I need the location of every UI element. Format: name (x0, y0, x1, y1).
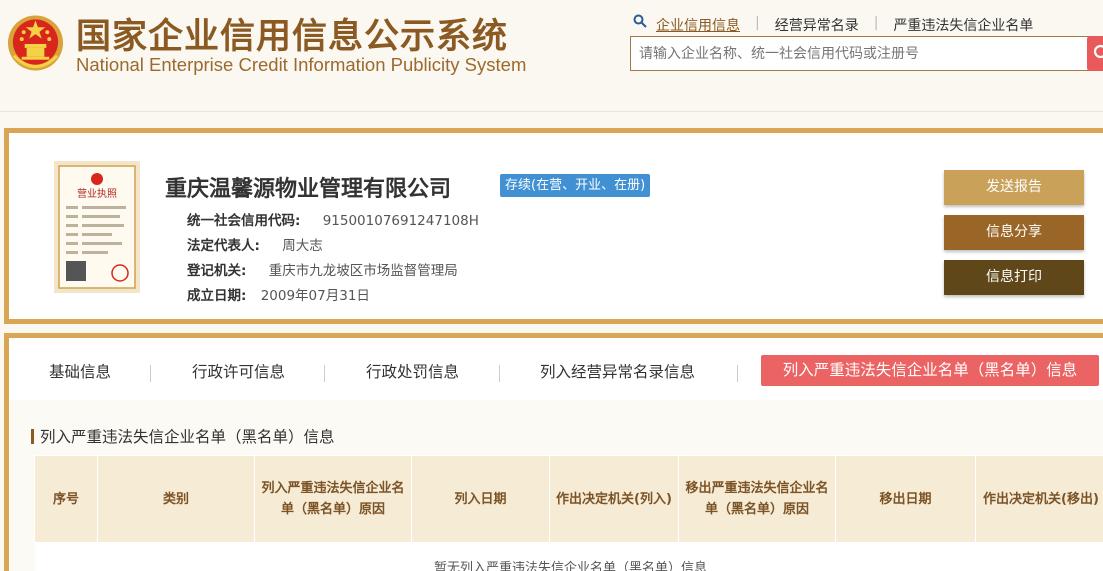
tab-separator: | (873, 15, 879, 31)
tab-separator (150, 365, 151, 382)
print-info-button[interactable]: 信息打印 (944, 260, 1084, 295)
business-license-icon[interactable]: 营业执照 (54, 161, 140, 293)
national-emblem-icon (7, 15, 64, 71)
license-title: 营业执照 (77, 187, 117, 200)
company-name: 重庆温馨源物业管理有限公司 (165, 177, 452, 202)
column-header: 作出决定机关(列入) (549, 455, 679, 543)
site-title-cn: 国家企业信用信息公示系统 (76, 16, 509, 57)
tab-basic-info[interactable]: 基础信息 (49, 360, 111, 382)
magnifier-icon (633, 14, 647, 28)
search-type-tabs: 企业信用信息 | 经营异常名录 | 严重违法失信企业名单 (656, 15, 1033, 35)
section-marker (31, 429, 34, 444)
search-input[interactable] (630, 36, 1092, 71)
company-info-card: 营业执照 重庆温馨源物业管理有限公司 存续(在营、开业、在册) 统一社会信用代码… (4, 128, 1103, 324)
table-header-row: 序号 类别 列入严重违法失信企业名单（黑名单）原因 列入日期 作出决定机关(列入… (34, 455, 1103, 543)
section-title: 列入严重违法失信企业名单（黑名单）信息 (31, 425, 335, 447)
search-tab-blacklist[interactable]: 严重违法失信企业名单 (893, 15, 1033, 35)
site-header: 国家企业信用信息公示系统 National Enterprise Credit … (0, 0, 1103, 112)
tab-separator (737, 365, 738, 382)
legal-rep-label: 法定代表人: (187, 238, 260, 254)
credit-code-value: 91500107691247108H (322, 213, 479, 229)
registry-label: 登记机关: (187, 263, 247, 279)
empty-state-text: 暂无列入严重违法失信企业名单（黑名单）信息 (34, 542, 1103, 571)
founded-label: 成立日期: (187, 288, 247, 304)
send-report-button[interactable]: 发送报告 (944, 170, 1084, 205)
search-tab-enterprise-credit[interactable]: 企业信用信息 (656, 15, 740, 35)
founded-value: 2009年07月31日 (260, 288, 370, 304)
legal-rep-row: 法定代表人: 周大志 (187, 234, 323, 254)
column-header: 移出严重违法失信企业名单（黑名单）原因 (678, 455, 836, 543)
tab-separator (324, 365, 325, 382)
search-tab-abnormal-list[interactable]: 经营异常名录 (775, 15, 859, 35)
section-title-text: 列入严重违法失信企业名单（黑名单）信息 (40, 428, 335, 446)
legal-rep-value: 周大志 (282, 238, 323, 254)
column-header: 列入日期 (411, 455, 550, 543)
registry-row: 登记机关: 重庆市九龙坡区市场监督管理局 (187, 259, 458, 279)
info-tabs-nav: 基础信息 行政许可信息 行政处罚信息 列入经营异常名录信息 列入严重违法失信企业… (9, 338, 1103, 400)
registry-value: 重庆市九龙坡区市场监督管理局 (268, 263, 458, 279)
column-header: 列入严重违法失信企业名单（黑名单）原因 (254, 455, 412, 543)
tab-separator (499, 365, 500, 382)
credit-code-row: 统一社会信用代码: 91500107691247108H (187, 209, 479, 229)
column-header: 移出日期 (835, 455, 976, 543)
blacklist-table: 序号 类别 列入严重违法失信企业名单（黑名单）原因 列入日期 作出决定机关(列入… (34, 455, 1103, 571)
tab-admin-license[interactable]: 行政许可信息 (192, 360, 285, 382)
credit-code-label: 统一社会信用代码: (187, 213, 301, 229)
site-title-en: National Enterprise Credit Information P… (76, 54, 527, 75)
tab-admin-penalty[interactable]: 行政处罚信息 (366, 360, 459, 382)
tab-abnormal-list[interactable]: 列入经营异常名录信息 (540, 360, 695, 382)
tab-blacklist[interactable]: 列入严重违法失信企业名单（黑名单）信息 (761, 355, 1099, 386)
search-icon (1093, 44, 1103, 59)
column-header: 类别 (97, 455, 255, 543)
table-row: 暂无列入严重违法失信企业名单（黑名单）信息 (34, 542, 1103, 571)
column-header: 作出决定机关(移出) (975, 455, 1103, 543)
column-header: 序号 (34, 455, 98, 543)
status-badge: 存续(在营、开业、在册) (500, 174, 651, 197)
share-info-button[interactable]: 信息分享 (944, 215, 1084, 250)
info-tabs-panel: 基础信息 行政许可信息 行政处罚信息 列入经营异常名录信息 列入严重违法失信企业… (4, 333, 1103, 571)
tab-separator: | (755, 15, 760, 31)
search-button[interactable] (1087, 36, 1103, 71)
founded-row: 成立日期: 2009年07月31日 (187, 284, 370, 304)
